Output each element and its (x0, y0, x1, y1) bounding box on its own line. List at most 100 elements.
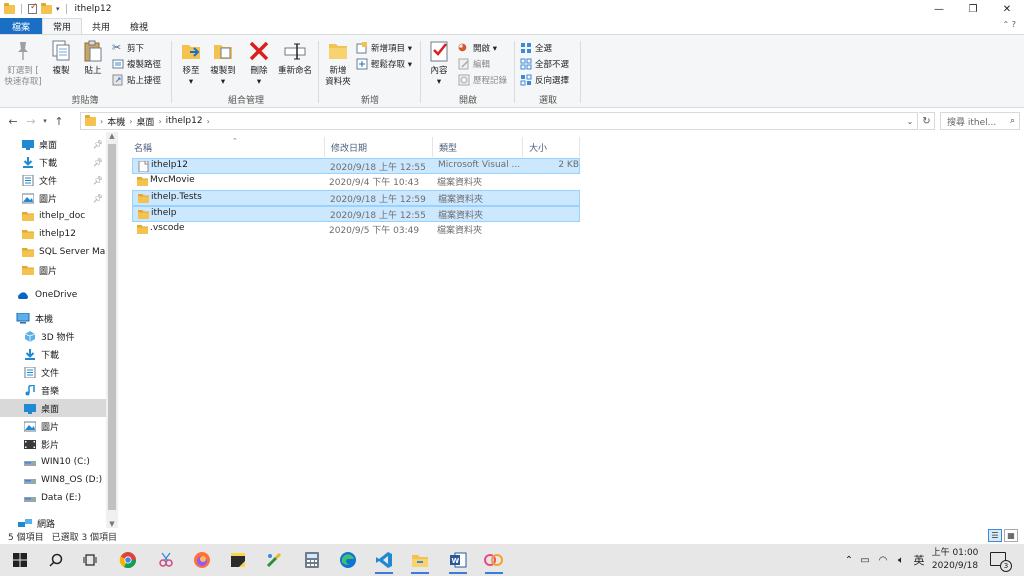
search-input[interactable]: 搜尋 ithel... ⌕ (940, 112, 1020, 130)
rename-button[interactable]: 重新命名 (274, 39, 316, 77)
pinwheel-icon[interactable] (480, 548, 508, 574)
file-row[interactable]: .vscode 2020/9/5 下午 03:49 檔案資料夾 (132, 222, 580, 238)
volume-icon[interactable]: 🔈︎ (892, 555, 910, 566)
collapse-ribbon-icon[interactable]: ⌃ ? (1003, 20, 1017, 29)
nav-item-picture[interactable]: 圖片 (0, 417, 106, 435)
show-hidden-icons-icon[interactable]: ⌃ (842, 555, 856, 566)
file-row[interactable]: ithelp 2020/9/18 上午 12:55 檔案資料夾 (132, 206, 580, 222)
address-dropdown-icon[interactable]: ⌄ (903, 113, 917, 129)
forward-button[interactable]: → (22, 115, 40, 128)
column-header-size[interactable]: 大小 (523, 137, 580, 157)
copy-path-button[interactable]: 複製路徑 (112, 57, 161, 71)
task-view-icon[interactable] (76, 548, 104, 572)
up-button[interactable]: ↑ (50, 115, 68, 128)
tab-file[interactable]: 檔案 (0, 18, 43, 34)
tab-home[interactable]: 常用 (42, 18, 83, 34)
large-icons-view-icon[interactable]: ▦ (1004, 529, 1018, 542)
tab-share[interactable]: 共用 (82, 18, 120, 34)
open-button[interactable]: ◕ 開啟 ▾ (458, 41, 497, 55)
pin-icon[interactable]: 📌︎ (93, 176, 103, 185)
properties-icon[interactable] (28, 2, 38, 14)
nav-item-picture[interactable]: 圖片 📌︎ (0, 189, 106, 207)
details-view-icon[interactable]: ☰ (988, 529, 1002, 542)
pin-quick-access-button[interactable]: 釘選到 [ 快速存取] (4, 39, 42, 88)
address-bar[interactable]: › 本機 › 桌面 › ithelp12 › ⌄ (80, 112, 918, 130)
nav-item-3d-objects[interactable]: 3D 物件 (0, 327, 106, 345)
select-none-button[interactable]: 全部不選 (520, 57, 569, 71)
wifi-icon[interactable]: ◠ (874, 555, 892, 566)
nav-item-folder[interactable]: ithelp_doc (0, 207, 106, 225)
pin-icon[interactable]: 📌︎ (93, 194, 103, 203)
file-row[interactable]: ithelp.Tests 2020/9/18 上午 12:59 檔案資料夾 (132, 190, 580, 206)
chevron-right-icon[interactable]: › (129, 117, 132, 126)
column-header-type[interactable]: 類型 (433, 137, 523, 157)
properties-button[interactable]: 內容 ▾ (424, 39, 454, 88)
recent-locations-button[interactable]: ▾ (40, 117, 50, 125)
tab-view[interactable]: 檢視 (120, 18, 158, 34)
nav-item-video[interactable]: 影片 (0, 435, 106, 453)
back-button[interactable]: ← (4, 115, 22, 128)
nav-item-this-pc[interactable]: 本機 (0, 309, 106, 327)
nav-item-music[interactable]: 音樂 (0, 381, 106, 399)
nav-item-onedrive[interactable]: OneDrive (0, 286, 106, 304)
nav-item-drive[interactable]: WIN10 (C:) (0, 453, 106, 471)
easy-access-button[interactable]: 輕鬆存取 ▾ (356, 57, 412, 71)
invert-selection-button[interactable]: 反向選擇 (520, 73, 569, 87)
edit-button[interactable]: 編輯 (458, 57, 490, 71)
paste-shortcut-button[interactable]: 貼上捷徑 (112, 73, 161, 87)
paint-icon[interactable] (260, 548, 288, 572)
cut-button[interactable]: ✂ 剪下 (112, 41, 144, 55)
breadcrumb-this-pc[interactable]: 本機 (107, 115, 125, 128)
pin-icon[interactable]: 📌︎ (93, 158, 103, 167)
nav-item-desktop[interactable]: 桌面 📌︎ (0, 135, 106, 153)
chevron-right-icon[interactable]: › (100, 117, 103, 126)
nav-pane-scrollbar[interactable]: ▲ ▼ (106, 132, 118, 528)
new-item-button[interactable]: 新增項目 ▾ (356, 41, 412, 55)
nav-item-desktop[interactable]: 桌面 (0, 399, 106, 417)
nav-item-drive[interactable]: WIN8_OS (D:) (0, 471, 106, 489)
scroll-up-icon[interactable]: ▲ (106, 132, 118, 140)
refresh-button[interactable]: ↻ (919, 112, 935, 130)
move-to-button[interactable]: 移至 ▾ (176, 39, 206, 88)
nav-item-drive[interactable]: Data (E:) (0, 489, 106, 507)
vscode-icon[interactable] (370, 548, 398, 574)
scroll-down-icon[interactable]: ▼ (106, 520, 118, 528)
chevron-right-icon[interactable]: › (158, 117, 161, 126)
breadcrumb-desktop[interactable]: 桌面 (136, 115, 154, 128)
pin-icon[interactable]: 📌︎ (93, 140, 103, 149)
file-explorer-icon[interactable] (406, 548, 434, 574)
file-row[interactable]: MvcMovie 2020/9/4 下午 10:43 檔案資料夾 (132, 174, 580, 190)
close-button[interactable]: ✕ (990, 0, 1024, 18)
sticky-notes-icon[interactable] (224, 548, 252, 572)
new-folder-button[interactable]: 新增 資料夾 (322, 39, 354, 88)
ime-indicator[interactable]: 英 (910, 552, 928, 568)
notification-center-icon[interactable]: 3 (990, 552, 1012, 572)
nav-item-folder[interactable]: 圖片 (0, 261, 106, 279)
select-all-button[interactable]: 全選 (520, 41, 552, 55)
nav-item-document[interactable]: 文件 (0, 363, 106, 381)
chrome-icon[interactable] (114, 548, 142, 572)
start-icon[interactable] (6, 548, 34, 572)
nav-item-download[interactable]: 下載 (0, 345, 106, 363)
chevron-right-icon[interactable]: › (207, 117, 210, 126)
column-header-name[interactable]: 名稱 ⌃ (128, 137, 325, 157)
file-row[interactable]: ithelp12 2020/9/18 上午 12:55 Microsoft Vi… (132, 158, 580, 174)
column-header-date[interactable]: 修改日期 (325, 137, 433, 157)
clock[interactable]: 上午 01:00 2020/9/18 (930, 547, 980, 573)
delete-button[interactable]: 刪除 ▾ (244, 39, 274, 88)
customize-qat-icon[interactable]: ▾ (56, 5, 60, 13)
snipping-icon[interactable] (152, 548, 180, 572)
search-icon[interactable] (42, 548, 70, 572)
maximize-button[interactable]: ❐ (956, 0, 990, 18)
calculator-icon[interactable] (298, 548, 326, 572)
battery-icon[interactable]: ▭ (856, 555, 874, 566)
nav-item-folder[interactable]: SQL Server Mar (0, 243, 106, 261)
edge-icon[interactable] (334, 548, 362, 572)
firefox-icon[interactable] (188, 548, 216, 572)
history-button[interactable]: 歷程記錄 (458, 73, 507, 87)
minimize-button[interactable]: — (922, 0, 956, 18)
nav-item-document[interactable]: 文件 📌︎ (0, 171, 106, 189)
nav-item-folder[interactable]: ithelp12 (0, 225, 106, 243)
nav-item-download[interactable]: 下載 📌︎ (0, 153, 106, 171)
paste-button[interactable]: 貼上 (78, 39, 108, 77)
